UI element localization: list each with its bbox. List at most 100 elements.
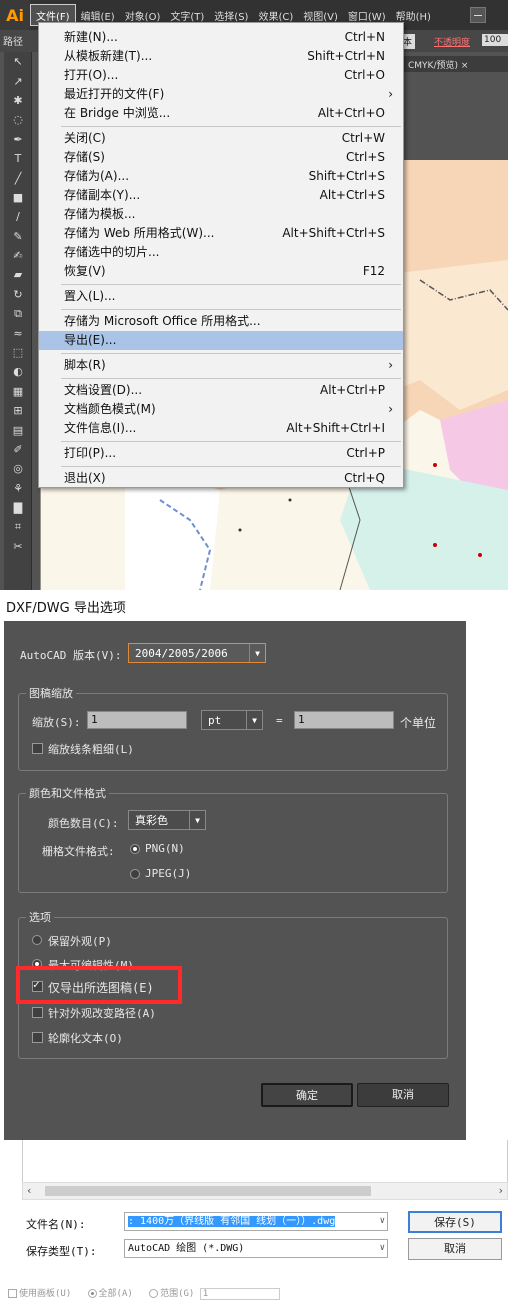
free-transform-icon[interactable]: ⬚ [4,343,32,362]
menu-item-file-info[interactable]: 文件信息(I)... Alt+Shift+Ctrl+I [39,419,403,438]
mesh-tool-icon[interactable]: ⊞ [4,401,32,420]
direct-selection-icon[interactable]: ↗ [4,71,32,90]
autocad-version-label: AutoCAD 版本(V): [20,649,122,662]
menu-item-save-for-web[interactable]: 存储为 Web 所用格式(W)... Alt+Shift+Ctrl+S [39,224,403,243]
opacity-link[interactable]: 不透明度 [434,35,470,48]
eyedropper-icon[interactable]: ✐ [4,440,32,459]
menu-item-export[interactable]: 导出(E)... [39,331,403,350]
menu-item-document-color-mode[interactable]: 文档颜色模式(M) › [39,400,403,419]
preserve-appearance-label: 保留外观(P) [48,935,112,948]
opacity-input[interactable]: 100 [482,34,508,46]
menu-item-save-template[interactable]: 存储为模板... [39,205,403,224]
all-radio[interactable] [87,1289,97,1298]
column-graph-icon[interactable]: ▇ [4,498,32,517]
scale-tool-icon[interactable]: ⧉ [4,304,32,323]
menu-item-close[interactable]: 关闭(C) Ctrl+W [39,129,403,148]
menu-item-save-as[interactable]: 存储为(A)... Shift+Ctrl+S [39,167,403,186]
menu-item-exit[interactable]: 退出(X) Ctrl+Q [39,469,403,488]
filename-input[interactable]: : 1400万（界线版 有邻国 线划（一））.dwg ∨ [124,1212,388,1231]
menu-item-place[interactable]: 置入(L)... [39,287,403,306]
rotate-tool-icon[interactable]: ↻ [4,285,32,304]
blob-brush-icon[interactable]: ✍ [4,246,32,265]
number-of-colors-dropdown[interactable]: 真彩色 ▼ [128,810,206,830]
menu-item-open[interactable]: 打开(O)... Ctrl+O [39,66,403,85]
shape-builder-icon[interactable]: ◐ [4,362,32,381]
save-button[interactable]: 保存(S) [408,1211,502,1233]
menu-item-revert[interactable]: 恢复(V) F12 [39,262,403,281]
menu-item-label: 打开(O)... [64,68,119,82]
file-list[interactable] [22,1140,508,1182]
menu-item-save-copy[interactable]: 存储副本(Y)... Alt+Ctrl+S [39,186,403,205]
save-cancel-button[interactable]: 取消 [408,1238,502,1260]
menu-item-save-ms-office[interactable]: 存储为 Microsoft Office 所用格式... [39,312,403,331]
menu-item-new[interactable]: 新建(N)... Ctrl+N [39,28,403,47]
gradient-tool-icon[interactable]: ▤ [4,420,32,439]
document-tab[interactable]: CMYK/预览) × [404,56,508,72]
menu-item-save[interactable]: 存储(S) Ctrl+S [39,148,403,167]
preserve-appearance-radio[interactable] [32,935,42,945]
artboard-tool-icon[interactable]: ⌗ [4,517,32,536]
use-artboards-checkbox[interactable] [8,1289,17,1298]
scale-line-weights-checkbox[interactable] [32,743,43,754]
scroll-left-icon[interactable]: ‹ [27,1184,31,1197]
pen-tool-icon[interactable]: ✒ [4,130,32,149]
menu-item-label: 文档设置(D)... [64,383,143,397]
magic-wand-icon[interactable]: ✱ [4,91,32,110]
menu-item-save-slices[interactable]: 存储选中的切片... [39,243,403,262]
chevron-down-icon: ▼ [249,644,265,662]
jpeg-label: JPEG(J) [145,867,192,880]
menu-item-browse-bridge[interactable]: 在 Bridge 中浏览... Alt+Ctrl+O [39,104,403,123]
ok-button[interactable]: 确定 [261,1083,353,1107]
menu-item-scripts[interactable]: 脚本(R) › [39,356,403,375]
scale-line-weights-label: 缩放线条粗细(L) [48,743,134,756]
alter-paths-checkbox[interactable] [32,1007,43,1018]
units-input[interactable]: 1 [294,711,394,729]
warp-tool-icon[interactable]: ≈ [4,323,32,342]
paintbrush-icon[interactable]: ∕ [4,207,32,226]
menu-item-new-from-template[interactable]: 从模板新建(T)... Shift+Ctrl+N [39,47,403,66]
number-of-colors-value: 真彩色 [135,814,168,827]
menu-separator [61,441,401,442]
symbol-sprayer-icon[interactable]: ⚘ [4,479,32,498]
perspective-grid-icon[interactable]: ▦ [4,382,32,401]
filetype-dropdown[interactable]: AutoCAD 绘图 (*.DWG) ∨ [124,1239,388,1258]
scale-label: 缩放(S): [32,716,81,729]
horizontal-scrollbar[interactable]: ‹ › [22,1182,508,1200]
scroll-right-icon[interactable]: › [499,1184,503,1197]
blend-tool-icon[interactable]: ◎ [4,459,32,478]
autocad-version-dropdown[interactable]: 2004/2005/2006 ▼ [128,643,266,663]
jpeg-radio[interactable] [130,869,140,879]
units-label: 个单位 [400,716,437,730]
rectangle-tool-icon[interactable]: ■ [4,188,32,207]
type-tool-icon[interactable]: T [4,149,32,168]
filename-label: 文件名(N): [26,1218,86,1231]
scale-unit-dropdown[interactable]: pt ▼ [201,710,263,730]
menu-item-label: 最近打开的文件(F) [64,87,165,101]
range-input[interactable]: 1 [199,1287,280,1300]
selection-tool-icon[interactable]: ↖ [4,52,32,71]
menu-item-document-setup[interactable]: 文档设置(D)... Alt+Ctrl+P [39,381,403,400]
chevron-down-icon: ∨ [379,1243,385,1253]
lasso-icon[interactable]: ◌ [4,110,32,129]
menu-separator [61,309,401,310]
menu-item-label: 新建(N)... [64,30,118,44]
png-radio[interactable] [130,844,140,854]
use-artboards-label: 使用画板(U) [19,1289,72,1299]
menu-item-shortcut: Ctrl+P [346,446,385,460]
menu-item-shortcut: Ctrl+N [344,30,385,44]
eraser-icon[interactable]: ▰ [4,265,32,284]
illustrator-window: Ai 文件(F) 编辑(E) 对象(O) 文字(T) 选择(S) 效果(C) 视… [0,0,508,590]
line-tool-icon[interactable]: ╱ [4,168,32,187]
minimize-button[interactable] [470,7,486,23]
range-radio[interactable] [149,1289,159,1298]
menu-item-open-recent[interactable]: 最近打开的文件(F) › [39,85,403,104]
cancel-button[interactable]: 取消 [357,1083,449,1107]
outline-text-checkbox[interactable] [32,1032,43,1043]
scrollbar-thumb[interactable] [45,1186,371,1196]
menu-separator [61,378,401,379]
scale-input[interactable]: 1 [87,711,187,729]
pencil-icon[interactable]: ✎ [4,227,32,246]
menu-item-print[interactable]: 打印(P)... Ctrl+P [39,444,403,463]
slice-tool-icon[interactable]: ✂ [4,537,32,556]
chevron-down-icon: ▼ [246,711,262,729]
